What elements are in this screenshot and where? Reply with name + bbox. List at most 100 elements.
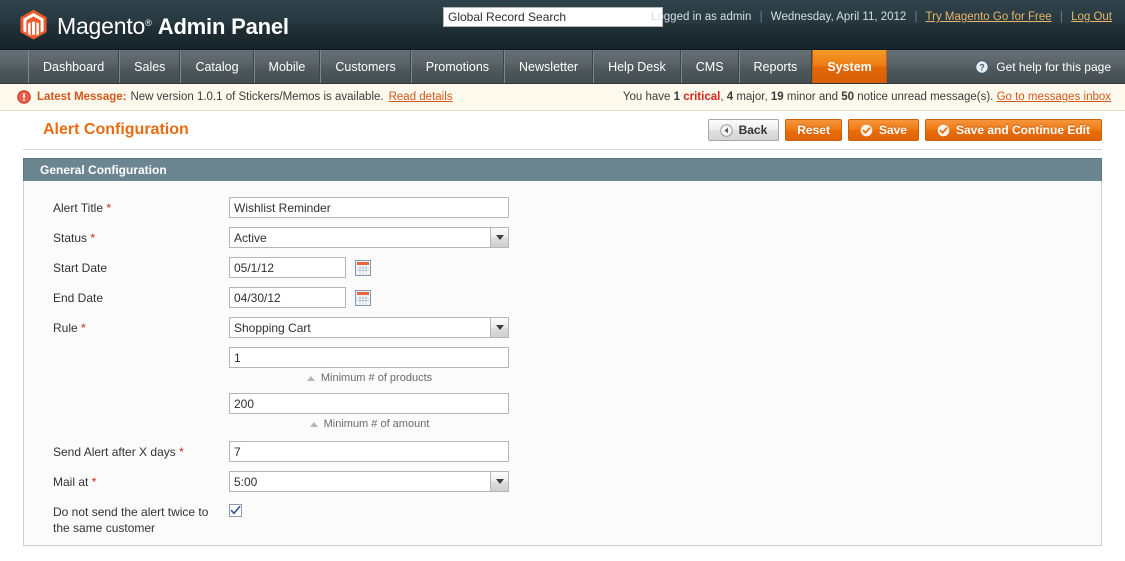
min-products-control: Minimum # of products [229,347,509,384]
minor-word: minor [786,91,816,103]
panel-header: General Configuration [23,158,1102,181]
save-button[interactable]: Save [847,119,919,141]
no-twice-checkbox[interactable] [229,504,242,517]
nav-item-system[interactable]: System [812,50,887,83]
nav-item-newsletter[interactable]: Newsletter [504,50,594,83]
warning-icon [17,90,31,104]
unread-prefix: You have [622,91,671,103]
rule-select-value: Shopping Cart [229,317,509,338]
critical-word: critical [683,91,721,103]
nav-item-reports[interactable]: Reports [738,50,813,83]
header-divider [23,149,1102,150]
min-products-hint: Minimum # of products [306,372,432,384]
field-row-mail-at: Mail at * 5:00 [24,471,1101,492]
required-marker: * [90,231,96,245]
send-after-days-label: Send Alert after X days * [24,441,229,460]
min-amount-input[interactable] [229,393,509,414]
question-circle-icon: ? [975,59,990,74]
start-date-label: Start Date [53,261,108,275]
required-marker: * [106,201,112,215]
start-date-input[interactable] [229,257,346,278]
save-button-label: Save [878,123,907,137]
field-row-start-date: Start Date [24,257,1101,278]
major-count: 4 [726,91,734,103]
rule-select[interactable]: Shopping Cart [229,317,509,338]
status-label: Status * [24,227,229,246]
end-date-label: End Date [53,291,104,305]
general-configuration-fieldset: Alert Title * Status * Active [24,181,1101,536]
nav-item-catalog[interactable]: Catalog [180,50,254,83]
nav-item-help-desk[interactable]: Help Desk [593,50,681,83]
logo[interactable]: Magento® Admin Panel [19,9,289,40]
calendar-icon[interactable] [355,259,371,276]
current-date: Wednesday, April 11, 2012 [770,11,907,23]
field-row-min-amount: Minimum # of amount [24,393,1101,430]
save-and-continue-edit-button[interactable]: Save and Continue Edit [924,119,1102,141]
page-header: Alert Configuration Back Reset Save Save… [0,111,1125,149]
min-products-label-spacer [24,347,229,350]
brand-trademark: ® [145,17,152,28]
min-products-input[interactable] [229,347,509,368]
mail-at-select[interactable]: 5:00 [229,471,509,492]
read-details-link[interactable]: Read details [389,91,453,103]
send-after-days-label-text: Send Alert after X days [53,445,176,459]
alert-title-control [229,197,509,218]
send-after-days-control [229,441,509,462]
status-select[interactable]: Active [229,227,509,248]
back-button[interactable]: Back [707,119,780,141]
status-control: Active [229,227,509,248]
mail-at-select-value: 5:00 [229,471,509,492]
brand-name: Magento [57,12,146,39]
end-date-input[interactable] [229,287,346,308]
status-label-text: Status [53,231,88,245]
field-row-status: Status * Active [24,227,1101,248]
global-search-input[interactable] [443,7,663,27]
field-row-alert-title: Alert Title * [24,197,1101,218]
up-arrow-icon [309,421,318,427]
page-title: Alert Configuration [43,121,189,138]
no-twice-control [229,501,242,517]
latest-message-label: Latest Message: [37,91,127,103]
min-amount-label-spacer [24,393,229,396]
nav-item-dashboard[interactable]: Dashboard [28,50,120,83]
page-action-buttons: Back Reset Save Save and Continue Edit [707,119,1102,141]
separator-2: | [914,11,918,23]
minor-count: 19 [770,91,784,103]
main-navigation: Dashboard Sales Catalog Mobile Customers… [0,50,1125,84]
save-and-continue-edit-button-label: Save and Continue Edit [955,123,1090,137]
general-configuration-panel: General Configuration Alert Title * Stat… [23,158,1102,546]
nav-item-sales[interactable]: Sales [119,50,181,83]
nav-item-promotions[interactable]: Promotions [410,50,505,83]
logo-text: Magento® Admin Panel [57,12,289,38]
logout-link[interactable]: Log Out [1071,11,1112,23]
go-to-messages-inbox-link[interactable]: Go to messages inbox [997,91,1111,103]
header-account-info: Logged in as admin | Wednesday, April 11… [651,11,1112,23]
critical-count: 1 [673,91,681,103]
comma-1: , [720,91,724,103]
send-after-days-input[interactable] [229,441,509,462]
field-row-send-after-days: Send Alert after X days * [24,441,1101,462]
back-button-label: Back [738,123,768,137]
logged-in-label: Logged in as admin [651,11,752,23]
alert-title-input[interactable] [229,197,509,218]
reset-button[interactable]: Reset [785,119,842,141]
calendar-icon[interactable] [355,289,371,306]
reset-button-label: Reset [797,123,830,137]
alert-title-label-text: Alert Title [53,201,104,215]
field-row-no-twice: Do not send the alert twice to the same … [24,501,1101,536]
nav-item-mobile[interactable]: Mobile [253,50,321,83]
nav-item-cms[interactable]: CMS [680,50,739,83]
svg-text:?: ? [980,62,986,72]
nav-item-customers[interactable]: Customers [320,50,411,83]
status-select-value: Active [229,227,509,248]
min-amount-hint: Minimum # of amount [309,418,429,430]
unread-messages-summary: You have 1 critical, 4 major, 19 minor a… [623,91,1111,103]
chevron-down-icon [490,472,508,491]
rule-label: Rule * [24,317,229,336]
try-magento-go-link[interactable]: Try Magento Go for Free [926,11,1052,23]
latest-message-content: Latest Message: New version 1.0.1 of Sti… [17,90,453,104]
get-help-link[interactable]: ? Get help for this page [975,50,1111,83]
comma-2: , [764,91,768,103]
mail-at-label-text: Mail at [53,475,89,489]
panel-name: Admin Panel [157,13,289,39]
